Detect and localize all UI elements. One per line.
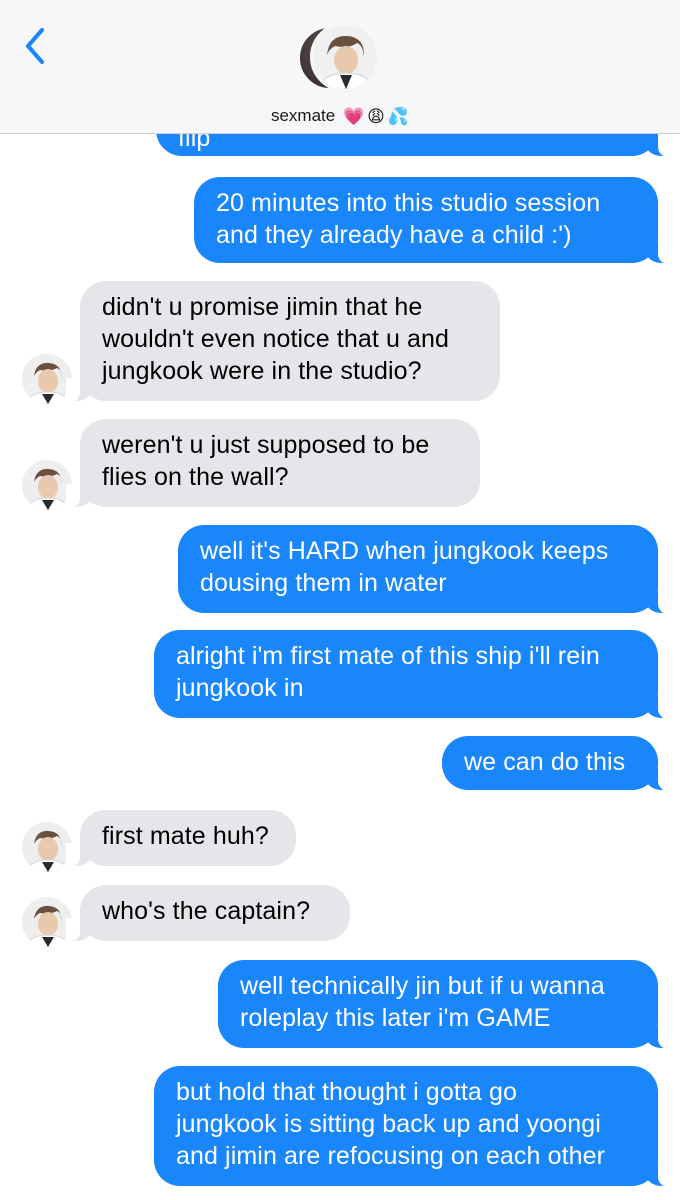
message-bubble-received[interactable]: who's the captain? <box>66 885 350 942</box>
person-avatar-icon <box>22 354 72 404</box>
message-text: we can do this <box>464 748 626 776</box>
contact-avatar[interactable] <box>298 22 384 94</box>
message-text: well it's HARD when jungkook keeps dousi… <box>200 537 609 597</box>
message-text: who's the captain? <box>102 897 311 925</box>
heart-emoji-icon: 💗 <box>342 106 365 126</box>
message-bubble-sent[interactable]: but hold that thought i gotta go jungkoo… <box>154 1066 672 1187</box>
contact-name: sexmate <box>270 106 336 125</box>
chevron-left-icon[interactable] <box>18 24 54 68</box>
back-button[interactable] <box>18 24 54 68</box>
sweat-droplets-emoji-icon: 💦 <box>387 106 410 126</box>
sender-avatar[interactable] <box>22 822 72 872</box>
message-bubble-received[interactable]: first mate huh? <box>66 810 296 867</box>
message-bubble-received[interactable]: weren't u just supposed to be flies on t… <box>66 419 480 508</box>
person-avatar-icon <box>313 25 377 89</box>
conversation-header: sexmate 💗 😩 💦 <box>0 0 680 134</box>
message-text: alright i'm first mate of this ship i'll… <box>176 642 600 702</box>
message-text: 20 minutes into this studio session and … <box>216 189 601 249</box>
message-text: weren't u just supposed to be flies on t… <box>102 431 430 491</box>
message-bubble-sent[interactable]: alright i'm first mate of this ship i'll… <box>154 630 672 719</box>
message-text: first mate huh? <box>102 822 269 850</box>
person-avatar-icon <box>22 897 72 947</box>
message-bubble-sent[interactable]: we can do this <box>442 736 672 791</box>
sender-avatar[interactable] <box>22 460 72 510</box>
message-text: but hold that thought i gotta go jungkoo… <box>176 1078 606 1170</box>
person-avatar-icon <box>22 460 72 510</box>
message-text: didn't u promise jimin that he wouldn't … <box>102 293 450 385</box>
message-bubble-sent[interactable]: well it's HARD when jungkook keeps dousi… <box>178 525 672 614</box>
message-text: well technically jin but if u wanna role… <box>240 972 605 1032</box>
primary-avatar <box>310 22 380 92</box>
sender-avatar[interactable] <box>22 354 72 404</box>
message-bubble-sent[interactable]: 20 minutes into this studio session and … <box>194 177 672 264</box>
contact-name-row[interactable]: sexmate 💗 😩 💦 <box>0 106 680 127</box>
person-avatar-icon <box>22 822 72 872</box>
sender-avatar[interactable] <box>22 897 72 947</box>
message-bubble-received[interactable]: didn't u promise jimin that he wouldn't … <box>66 281 500 402</box>
message-bubble-sent[interactable]: well technically jin but if u wanna role… <box>218 960 672 1049</box>
message-thread[interactable]: flip 20 minutes into this studio session… <box>0 0 680 1200</box>
weary-face-emoji-icon: 😩 <box>367 106 385 126</box>
